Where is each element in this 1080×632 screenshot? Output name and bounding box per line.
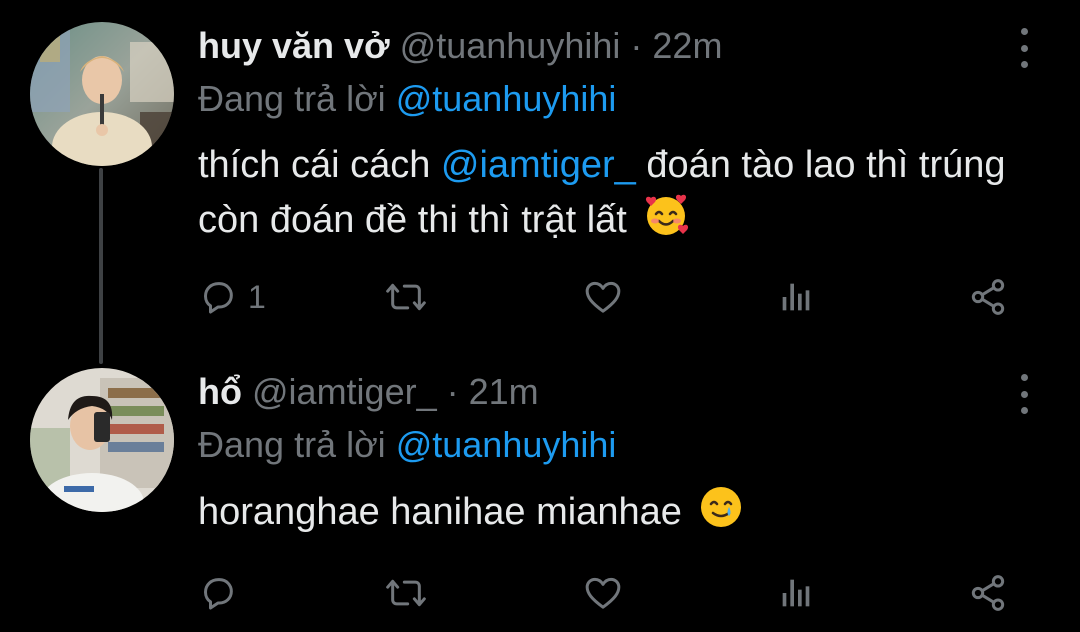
tweet-mention[interactable]: @iamtiger_ xyxy=(441,144,636,186)
tweet-text-part: thích cái cách xyxy=(198,144,431,186)
replying-to-label: Đang trả lời xyxy=(198,78,386,119)
display-name[interactable]: hổ xyxy=(198,371,242,412)
timestamp[interactable]: 22m xyxy=(652,25,722,66)
replying-to-line: Đang trả lời @tuanhuyhihi xyxy=(198,77,616,121)
heart-icon xyxy=(585,281,621,313)
avatar[interactable] xyxy=(30,22,174,166)
share-button[interactable] xyxy=(968,274,1008,320)
share-button[interactable] xyxy=(968,570,1008,616)
avatar[interactable] xyxy=(30,368,174,512)
like-button[interactable] xyxy=(582,274,634,320)
tweet-text-part: horanghae hanihae mianhae xyxy=(198,491,682,533)
separator-dot: · xyxy=(630,25,643,66)
tweet-text: horanghae hanihae mianhae xyxy=(198,484,1028,545)
tweet[interactable]: hổ @iamtiger_ · 21m Đang trả lời @tuanhu… xyxy=(0,350,1080,632)
tweet-actions: 1 xyxy=(198,274,1018,320)
tweet-header: huy văn vở @tuanhuyhihi · 22m xyxy=(198,24,722,68)
analytics-icon xyxy=(782,283,810,311)
tweet-header: hổ @iamtiger_ · 21m xyxy=(198,370,539,414)
tweet-text: thích cái cách @iamtiger_ đoán tào lao t… xyxy=(198,138,1028,253)
more-options-icon[interactable] xyxy=(1014,28,1034,68)
replying-to-mention[interactable]: @tuanhuyhihi xyxy=(396,78,617,119)
reply-count: 1 xyxy=(248,278,266,315)
tweet-actions xyxy=(198,570,1018,616)
timestamp[interactable]: 21m xyxy=(469,371,539,412)
reply-button[interactable]: 1 xyxy=(198,274,266,320)
retweet-button[interactable] xyxy=(384,274,438,320)
smiling-face-with-hearts-icon xyxy=(643,192,689,253)
analytics-icon xyxy=(782,579,810,607)
reply-icon xyxy=(204,282,233,314)
replying-to-line: Đang trả lời @tuanhuyhihi xyxy=(198,423,616,467)
tweet[interactable]: huy văn vở @tuanhuyhihi · 22m Đang trả l… xyxy=(0,0,1080,350)
share-icon xyxy=(971,575,1005,611)
replying-to-label: Đang trả lời xyxy=(198,424,386,465)
replying-to-mention[interactable]: @tuanhuyhihi xyxy=(396,424,617,465)
retweet-icon xyxy=(386,283,426,311)
more-options-icon[interactable] xyxy=(1014,374,1034,414)
separator-dot: · xyxy=(446,371,459,412)
retweet-icon xyxy=(386,579,426,607)
smiling-face-with-tear-icon xyxy=(698,484,744,545)
share-icon xyxy=(971,279,1005,315)
user-handle[interactable]: @tuanhuyhihi xyxy=(400,25,621,66)
views-button[interactable] xyxy=(776,274,816,320)
user-handle[interactable]: @iamtiger_ xyxy=(252,371,437,412)
views-button[interactable] xyxy=(776,570,816,616)
heart-icon xyxy=(585,577,621,609)
reply-icon xyxy=(204,578,233,610)
like-button[interactable] xyxy=(582,570,634,616)
retweet-button[interactable] xyxy=(384,570,438,616)
display-name[interactable]: huy văn vở xyxy=(198,25,390,66)
reply-button[interactable] xyxy=(198,570,248,616)
